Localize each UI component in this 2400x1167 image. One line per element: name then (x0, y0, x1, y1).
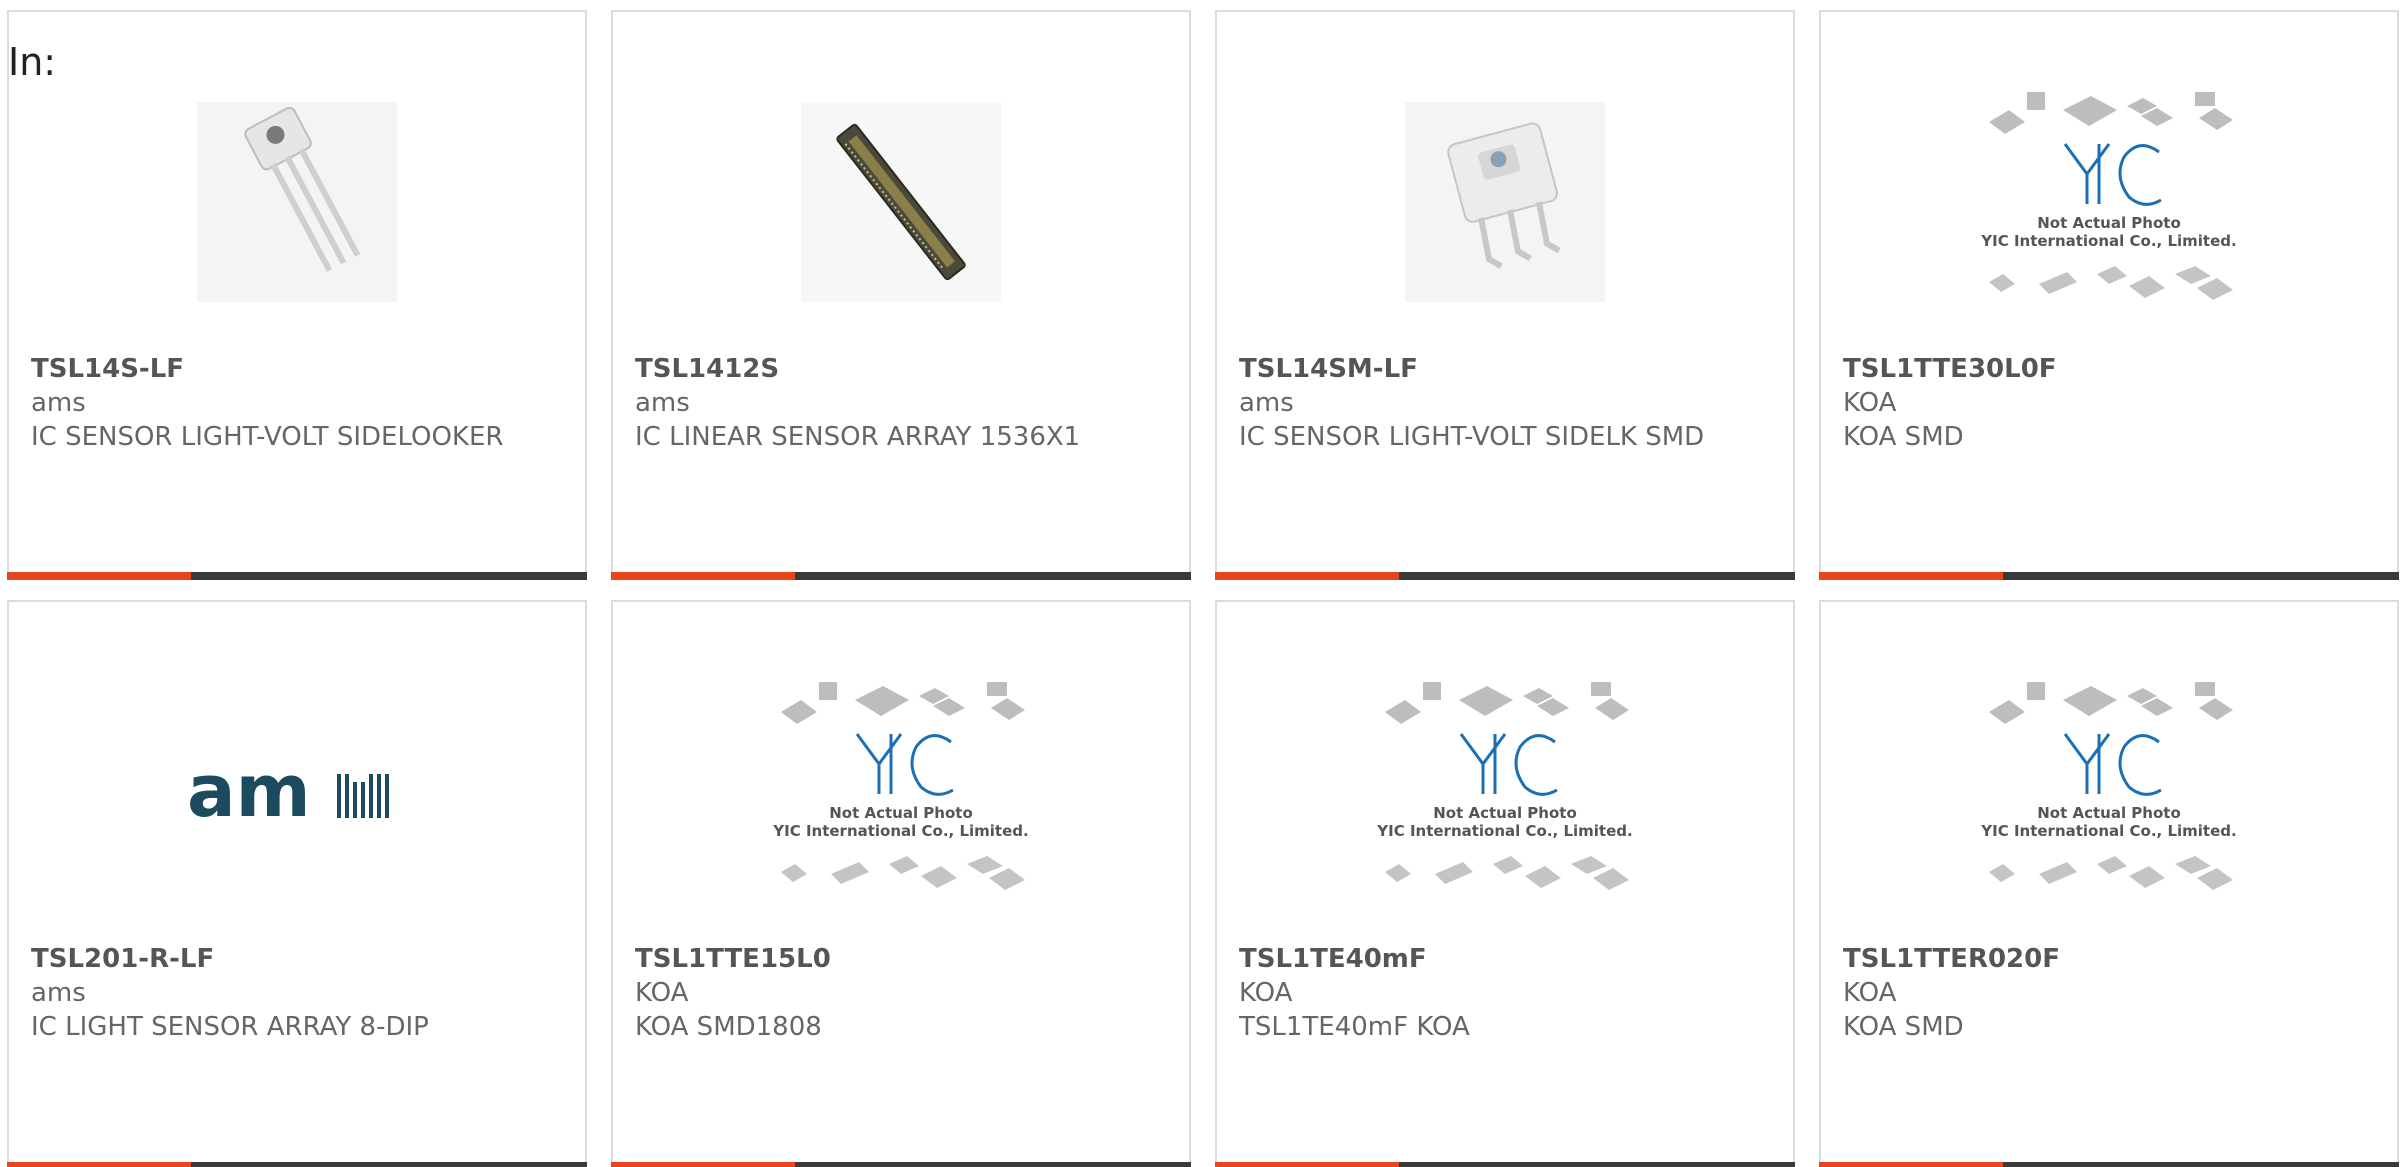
product-card[interactable]: Not Actual Photo YIC International Co., … (1819, 600, 2399, 1167)
description: IC LIGHT SENSOR ARRAY 8-DIP (31, 1012, 429, 1042)
product-info: TSL1TTE30L0F KOA KOA SMD (1843, 352, 2377, 454)
product-listing-page: In: TSL14S-LF ams IC SENSOR LIGHT-VOLT S… (0, 0, 2400, 1167)
product-info: TSL1TTE15L0 KOA KOA SMD1808 (635, 942, 1169, 1044)
description: IC LINEAR SENSOR ARRAY 1536X1 (635, 422, 1081, 452)
product-card[interactable]: TSL14SM-LF ams IC SENSOR LIGHT-VOLT SIDE… (1215, 10, 1795, 580)
product-image[interactable]: am (157, 662, 437, 922)
svg-text:YIC International Co., Limited: YIC International Co., Limited. (772, 822, 1028, 840)
description: TSL1TE40mF KOA (1239, 1012, 1470, 1042)
product-info: TSL201-R-LF ams IC LIGHT SENSOR ARRAY 8-… (31, 942, 565, 1044)
card-bottom-bar (1215, 572, 1795, 580)
svg-text:YIC International Co., Limited: YIC International Co., Limited. (1376, 822, 1632, 840)
card-bottom-bar (611, 572, 1191, 580)
product-image[interactable]: Not Actual Photo YIC International Co., … (761, 662, 1041, 922)
part-number[interactable]: TSL1TTE15L0 (635, 942, 1169, 976)
card-bottom-bar (1819, 572, 2399, 580)
ams-logo: am (187, 752, 389, 832)
product-card[interactable]: TSL1412S ams IC LINEAR SENSOR ARRAY 1536… (611, 10, 1191, 580)
linear-array-icon (801, 102, 1001, 302)
description: IC SENSOR LIGHT-VOLT SIDELK SMD (1239, 422, 1705, 452)
sensor-3pin-icon (197, 102, 397, 302)
svg-text:YIC International Co., Limited: YIC International Co., Limited. (1980, 822, 2236, 840)
card-bottom-bar (7, 1162, 587, 1167)
svg-text:Not Actual Photo: Not Actual Photo (2037, 804, 2181, 822)
product-image[interactable] (761, 72, 1041, 332)
yic-placeholder-image: Not Actual Photo YIC International Co., … (1980, 92, 2237, 300)
part-number[interactable]: TSL1TTE30L0F (1843, 352, 2377, 386)
manufacturer: ams (1239, 388, 1294, 418)
svg-text:Not Actual Photo: Not Actual Photo (829, 804, 973, 822)
part-number[interactable]: TSL1412S (635, 352, 1169, 386)
part-number[interactable]: TSL1TE40mF (1239, 942, 1773, 976)
description: KOA SMD (1843, 1012, 1964, 1042)
manufacturer: ams (635, 388, 690, 418)
yic-placeholder-image: Not Actual Photo YIC International Co., … (1980, 682, 2237, 890)
product-card[interactable]: Not Actual Photo YIC International Co., … (611, 600, 1191, 1167)
product-info: TSL1TE40mF KOA TSL1TE40mF KOA (1239, 942, 1773, 1044)
manufacturer: KOA (635, 978, 689, 1008)
card-bottom-bar (1819, 1162, 2399, 1167)
svg-text:am: am (187, 752, 311, 832)
product-image[interactable] (1365, 72, 1645, 332)
product-info: TSL14S-LF ams IC SENSOR LIGHT-VOLT SIDEL… (31, 352, 565, 454)
product-card[interactable]: Not Actual Photo YIC International Co., … (1819, 10, 2399, 580)
product-card[interactable]: am TSL201-R-LF ams IC LIGHT SENSOR ARRAY (7, 600, 587, 1167)
product-card[interactable]: TSL14S-LF ams IC SENSOR LIGHT-VOLT SIDEL… (7, 10, 587, 580)
product-image[interactable] (157, 72, 437, 332)
description: KOA SMD1808 (635, 1012, 822, 1042)
part-number[interactable]: TSL1TTER020F (1843, 942, 2377, 976)
yic-placeholder-image: Not Actual Photo YIC International Co., … (1376, 682, 1633, 890)
part-number[interactable]: TSL14S-LF (31, 352, 565, 386)
part-number[interactable]: TSL14SM-LF (1239, 352, 1773, 386)
product-grid: TSL14S-LF ams IC SENSOR LIGHT-VOLT SIDEL… (7, 10, 2400, 1167)
svg-text:Not Actual Photo: Not Actual Photo (1433, 804, 1577, 822)
manufacturer: KOA (1843, 978, 1897, 1008)
card-bottom-bar (611, 1162, 1191, 1167)
product-image[interactable]: Not Actual Photo YIC International Co., … (1365, 662, 1645, 922)
product-info: TSL14SM-LF ams IC SENSOR LIGHT-VOLT SIDE… (1239, 352, 1773, 454)
in-heading: In: (8, 40, 57, 84)
product-info: TSL1TTER020F KOA KOA SMD (1843, 942, 2377, 1044)
card-bottom-bar (7, 572, 587, 580)
card-bottom-bar (1215, 1162, 1795, 1167)
description: IC SENSOR LIGHT-VOLT SIDELOOKER (31, 422, 504, 452)
product-image[interactable]: Not Actual Photo YIC International Co., … (1969, 72, 2249, 332)
manufacturer: KOA (1239, 978, 1293, 1008)
part-number[interactable]: TSL201-R-LF (31, 942, 565, 976)
product-card[interactable]: Not Actual Photo YIC International Co., … (1215, 600, 1795, 1167)
product-image[interactable]: Not Actual Photo YIC International Co., … (1969, 662, 2249, 922)
manufacturer: KOA (1843, 388, 1897, 418)
yic-placeholder-image: Not Actual Photo YIC International Co., … (772, 682, 1029, 890)
svg-text:Not Actual Photo: Not Actual Photo (2037, 214, 2181, 232)
sensor-smd-icon (1405, 102, 1605, 302)
description: KOA SMD (1843, 422, 1964, 452)
manufacturer: ams (31, 978, 86, 1008)
product-info: TSL1412S ams IC LINEAR SENSOR ARRAY 1536… (635, 352, 1169, 454)
manufacturer: ams (31, 388, 86, 418)
svg-text:YIC International Co., Limited: YIC International Co., Limited. (1980, 232, 2236, 250)
